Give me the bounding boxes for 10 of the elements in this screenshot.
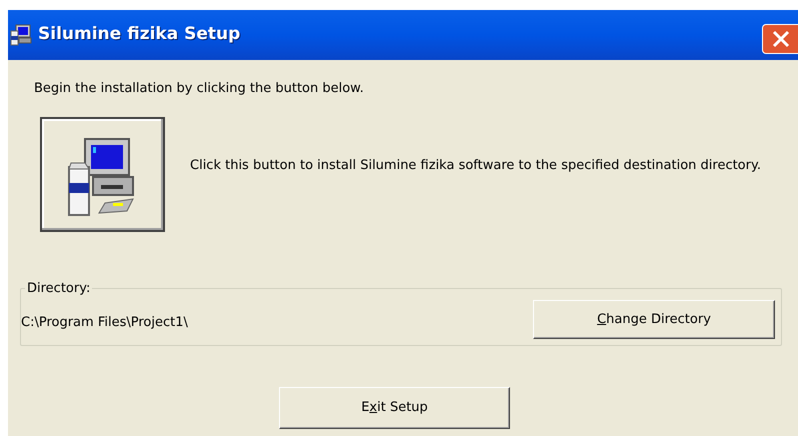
install-description: Click this button to install Silumine fizika software to the specified destination directory. (190, 157, 762, 175)
directory-path: C:\Program Files\Project1\ (21, 314, 188, 332)
exit-setup-button[interactable]: Exit Setup (279, 387, 510, 429)
computer-icon (10, 24, 34, 46)
install-button[interactable] (40, 117, 165, 232)
close-icon (771, 30, 791, 48)
intro-text: Begin the installation by clicking the button below. (34, 80, 364, 98)
close-button[interactable] (762, 24, 798, 54)
change-directory-button[interactable]: Change Directory (533, 300, 775, 339)
window-title: Silumine fizika Setup (38, 23, 240, 46)
